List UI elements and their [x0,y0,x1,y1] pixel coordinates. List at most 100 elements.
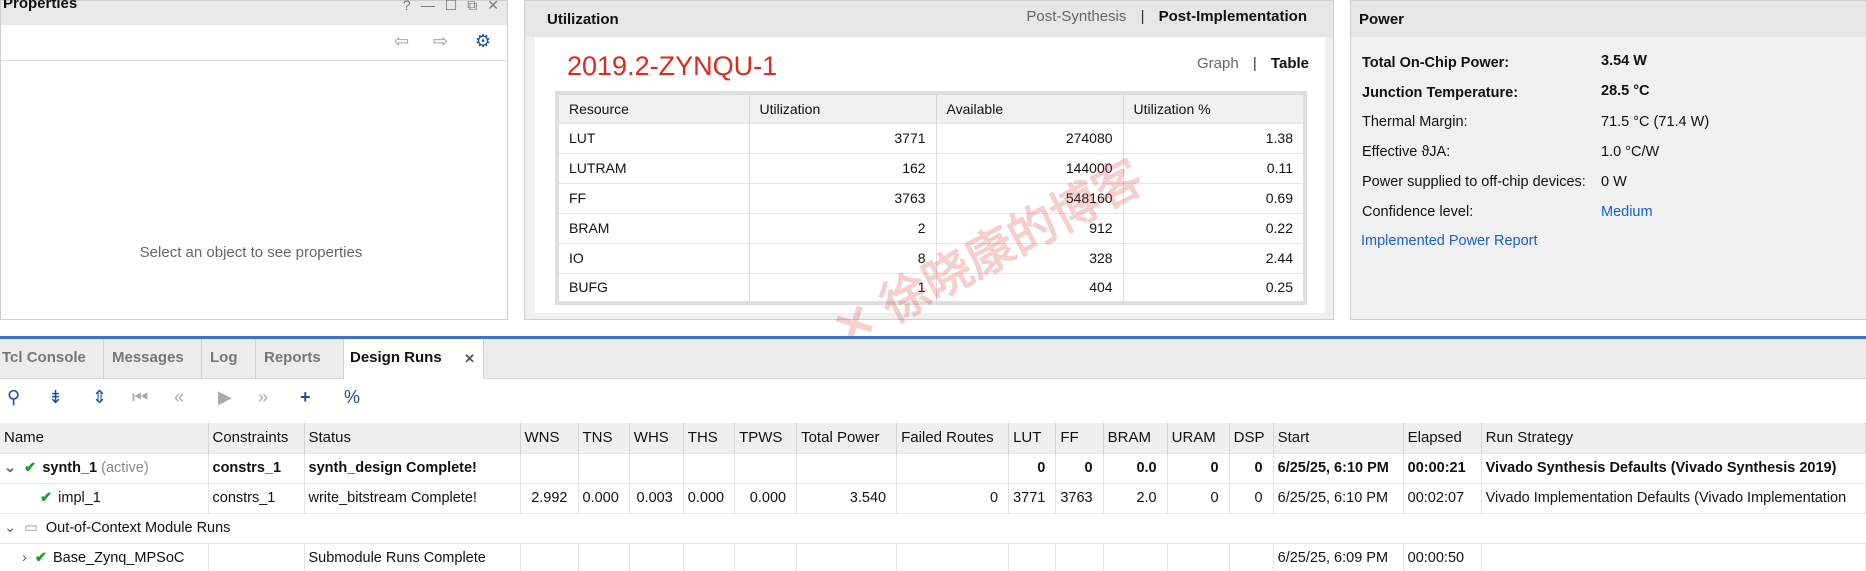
col-utilization-pct[interactable]: Utilization % [1123,93,1306,123]
col-constraints[interactable]: Constraints [208,423,305,453]
table-row[interactable]: BUFG 1 404 0.25 [557,272,1306,303]
help-icon[interactable]: ? [403,0,411,14]
tab-messages[interactable]: Messages [104,339,202,379]
available-cell: 404 [936,272,1124,303]
power-report-link[interactable]: Implemented Power Report [1361,233,1538,249]
run-row-synth[interactable]: ⌄ ✔ synth_1 (active) constrs_1 synth_desig… [0,452,1866,483]
properties-title: Properties [3,0,78,12]
lut-cell: 3771 [1008,482,1057,513]
whs-cell [629,542,684,571]
close-icon[interactable]: ✕ [487,0,499,14]
close-icon[interactable]: ✕ [464,351,475,367]
col-uram[interactable]: URAM [1167,423,1230,453]
properties-panel: Properties ? — ☐ ⧉ ✕ ⇦ ⇨ ⚙ Select an obj… [0,0,508,320]
col-tpws[interactable]: TPWS [734,423,798,453]
add-icon[interactable]: + [300,387,311,408]
ths-cell [683,542,736,571]
col-available[interactable]: Available [936,93,1124,123]
col-whs[interactable]: WHS [629,423,684,453]
power-value: 1.0 °C/W [1601,144,1660,160]
status-cell: synth_design Complete! [304,452,521,483]
tab-reports[interactable]: Reports [256,339,344,379]
properties-nav: ⇦ ⇨ ⚙ [1,25,507,61]
chevron-right-icon[interactable]: › [22,550,27,566]
maximize-icon[interactable]: ☐ [445,0,458,14]
available-cell: 548160 [936,182,1124,213]
col-start[interactable]: Start [1273,423,1404,453]
utilization-table: Resource Utilization Available Utilizati… [555,91,1307,305]
tab-tcl-console[interactable]: Tcl Console [0,339,104,379]
run-row-impl[interactable]: ✔ impl_1 constrs_1 write_bitstream Comple… [0,482,1866,513]
col-lut[interactable]: LUT [1008,423,1057,453]
run-row-ooc[interactable]: › ✔ Base_Zynq_MPSoC Submodule Runs Complet… [0,542,1866,571]
search-icon[interactable]: ⚲ [7,387,20,408]
power-header: Power [1351,1,1866,37]
table-row[interactable]: LUTRAM 162 144000 0.11 [557,152,1306,183]
ooc-group-row[interactable]: ⌄ ▭ Out-of-Context Module Runs [0,512,1866,543]
total-power-cell [796,452,898,483]
float-icon[interactable]: ⧉ [467,0,477,14]
graph-view-link[interactable]: Graph [1197,55,1239,72]
col-failed-routes[interactable]: Failed Routes [896,423,1010,453]
col-utilization[interactable]: Utilization [749,93,937,123]
confidence-link[interactable]: Medium [1601,204,1653,220]
post-synthesis-link[interactable]: Post-Synthesis [1026,8,1126,25]
utilization-cell: 8 [749,242,937,273]
run-name: Base_Zynq_MPSoC [53,550,185,567]
table-row[interactable]: LUT 3771 274080 1.38 [557,122,1306,153]
col-resource[interactable]: Resource [557,93,750,123]
tab-log[interactable]: Log [202,339,256,379]
col-wns[interactable]: WNS [520,423,579,453]
col-dsp[interactable]: DSP [1229,423,1274,453]
table-view-link[interactable]: Table [1271,55,1309,72]
expand-all-icon[interactable]: ⇕ [92,387,107,408]
tns-cell [578,452,630,483]
run-name-cell: ⌄ ✔ synth_1 (active) [0,452,209,483]
available-cell: 274080 [936,122,1124,153]
col-tns[interactable]: TNS [578,423,630,453]
total-power-cell: 3.540 [796,482,898,513]
col-elapsed[interactable]: Elapsed [1403,423,1482,453]
table-row[interactable]: IO 8 328 2.44 [557,242,1306,273]
collapse-all-icon[interactable]: ⇟ [48,387,63,408]
constraints-cell: constrs_1 [208,452,305,483]
run-name: impl_1 [58,490,101,506]
percent-icon[interactable]: % [344,387,360,408]
chevron-down-icon[interactable]: ⌄ [4,520,16,536]
col-total-power[interactable]: Total Power [796,423,898,453]
next-step-icon[interactable]: » [258,387,268,408]
pct-cell: 0.69 [1123,182,1306,213]
check-icon: ✔ [34,550,47,567]
strategy-cell: Vivado Synthesis Defaults (Vivado Synthe… [1481,452,1866,483]
first-step-icon[interactable]: ⏮ [132,387,148,408]
tpws-cell [734,542,798,571]
table-row[interactable]: BRAM 2 912 0.22 [557,212,1306,243]
ths-cell [683,452,736,483]
folder-icon: ▭ [24,520,38,536]
tpws-cell [734,452,798,483]
resource-cell: BUFG [557,272,750,303]
post-implementation-link[interactable]: Post-Implementation [1159,8,1307,25]
table-row[interactable]: FF 3763 548160 0.69 [557,182,1306,213]
run-icon[interactable]: ▶ [218,387,232,408]
col-status[interactable]: Status [304,423,521,453]
tab-design-runs[interactable]: Design Runs ✕ [344,339,484,379]
col-name[interactable]: Name [0,423,209,453]
strategy-cell [1481,542,1866,571]
forward-arrow-icon[interactable]: ⇨ [433,31,448,52]
uram-cell: 0 [1167,482,1230,513]
col-ths[interactable]: THS [683,423,736,453]
col-run-strategy[interactable]: Run Strategy [1481,423,1866,453]
utilization-cell: 1 [749,272,937,303]
gear-icon[interactable]: ⚙ [475,31,491,52]
back-arrow-icon[interactable]: ⇦ [394,31,409,52]
power-value: 71.5 °C (71.4 W) [1601,114,1710,130]
minimize-icon[interactable]: — [421,0,435,14]
chevron-down-icon[interactable]: ⌄ [4,460,16,476]
bram-cell: 0.0 [1103,452,1168,483]
col-bram[interactable]: BRAM [1103,423,1168,453]
power-label: Thermal Margin: [1362,114,1468,130]
col-ff[interactable]: FF [1055,423,1104,453]
start-cell: 6/25/25, 6:09 PM [1273,542,1404,571]
previous-step-icon[interactable]: « [174,387,184,408]
